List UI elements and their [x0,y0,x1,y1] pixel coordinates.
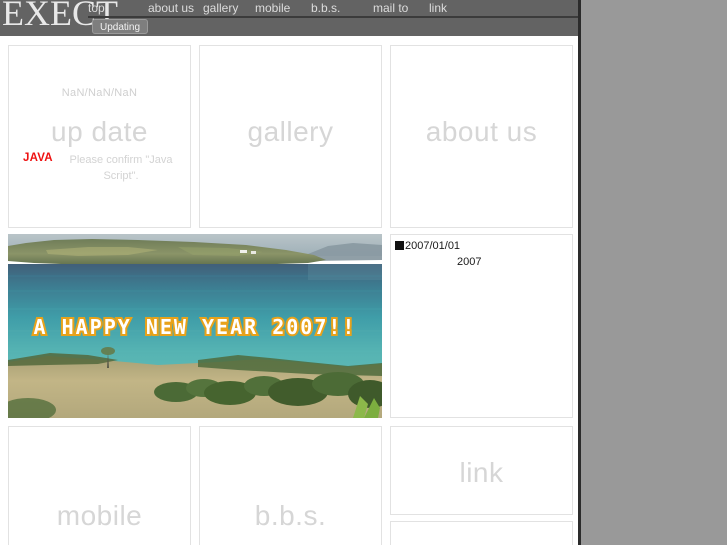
gallery-card-title: gallery [247,116,334,147]
card-mobile[interactable]: mobile [8,426,191,545]
hero-photo-image: A HAPPY NEW YEAR 2007!! [8,234,382,418]
about-card-title: about us [425,116,538,147]
hero-photo[interactable]: A HAPPY NEW YEAR 2007!! [8,234,382,418]
news-date-row: 2007/01/01 [395,240,460,252]
bbs-card-title: b.b.s. [254,500,327,531]
card-bbs[interactable]: b.b.s. [199,426,382,545]
update-date-text: NaN/NaN/NaN [61,87,138,99]
card-up-date[interactable]: NaN/NaN/NaN up date JAVA Please confirm … [8,45,191,228]
java-warning-label: JAVA [23,152,53,164]
card-news[interactable]: 2007/01/01 2007 [390,234,573,418]
nav-blank-slot-1 [491,1,543,18]
java-warning-message: Please confirm "Java Script". [69,154,173,182]
card-extra-below-link[interactable] [390,521,573,545]
nav-item-about-us[interactable]: about us [148,1,203,18]
mobile-card-title: mobile [56,500,143,531]
outer-background [581,0,727,545]
nav-item-mail-to[interactable]: mail to [373,1,429,18]
update-card-title: up date [51,116,148,147]
card-about-us[interactable]: about us [390,45,573,228]
nav-item-gallery[interactable]: gallery [203,1,255,18]
card-gallery[interactable]: gallery [199,45,382,228]
site-header: EXECT top about us gallery mobile b.b.s.… [0,0,578,36]
nav-item-link[interactable]: link [429,1,491,18]
link-card-title: link [459,457,504,488]
card-link[interactable]: link [390,426,573,515]
nav-item-mobile[interactable]: mobile [255,1,311,18]
bullet-square-icon [395,241,404,250]
news-body-text: 2007 [457,256,482,268]
browser-page: EXECT top about us gallery mobile b.b.s.… [0,0,578,545]
photo-caption-text: A HAPPY NEW YEAR 2007!! [34,315,357,339]
nav-blank-slot-2 [543,1,578,18]
news-date-text: 2007/01/01 [405,240,461,252]
status-tab-row: Updating [88,19,578,35]
status-badge-updating[interactable]: Updating [92,19,149,34]
main-navigation: top about us gallery mobile b.b.s. mail … [88,1,578,19]
nav-item-top[interactable]: top [88,1,148,18]
nav-item-bbs[interactable]: b.b.s. [311,1,373,18]
